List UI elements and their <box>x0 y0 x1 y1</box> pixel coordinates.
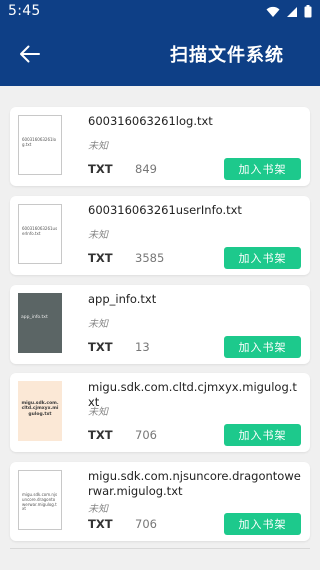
file-card[interactable]: 600316063261log.txt 600316063261log.txt … <box>10 107 310 186</box>
file-thumbnail: migu.sdk.com.njsuncore.dragontowerwar.mi… <box>18 470 62 530</box>
arrow-left-icon <box>20 45 40 63</box>
status-time: 5:45 <box>8 3 41 19</box>
file-name: migu.sdk.com.njsuncore.dragontowerwar.mi… <box>88 469 301 498</box>
page-title: 扫描文件系统 <box>170 45 284 66</box>
file-author: 未知 <box>88 504 108 515</box>
file-type: TXT <box>88 428 113 442</box>
file-card[interactable]: migu.sdk.com.cltd.cjmxyx.migulog.txt mig… <box>10 373 310 452</box>
file-card[interactable]: migu.sdk.com.njsuncore.dragontowerwar.mi… <box>10 462 310 541</box>
file-name: 600316063261userInfo.txt <box>88 203 242 217</box>
signal-icon <box>287 6 297 17</box>
add-to-shelf-button[interactable]: 加入书架 <box>224 247 301 269</box>
add-to-shelf-button[interactable]: 加入书架 <box>224 336 301 358</box>
back-button[interactable] <box>14 40 46 68</box>
wifi-icon <box>266 6 280 17</box>
file-author: 未知 <box>88 230 108 241</box>
file-card[interactable]: 600316063261userInfo.txt 600316063261use… <box>10 196 310 275</box>
file-card[interactable]: app_info.txt app_info.txt 未知 TXT 13 加入书架 <box>10 285 310 364</box>
file-size: 13 <box>135 340 150 354</box>
file-author: 未知 <box>88 319 108 330</box>
file-size: 706 <box>135 428 157 442</box>
file-type: TXT <box>88 162 113 176</box>
file-author: 未知 <box>88 407 108 418</box>
file-name: app_info.txt <box>88 292 157 306</box>
file-name: migu.sdk.com.cltd.cjmxyx.migulog.txt <box>88 380 297 409</box>
file-type: TXT <box>88 251 113 265</box>
file-name: 600316063261log.txt <box>88 114 213 128</box>
file-size: 706 <box>135 517 157 531</box>
file-size: 849 <box>135 162 157 176</box>
file-list[interactable]: 600316063261log.txt 600316063261log.txt … <box>0 86 320 570</box>
add-to-shelf-button[interactable]: 加入书架 <box>224 158 301 180</box>
status-icons <box>266 5 312 18</box>
file-thumbnail: 600316063261userInfo.txt <box>18 204 62 264</box>
battery-icon <box>304 5 312 18</box>
app-header: 扫描文件系统 <box>0 24 320 86</box>
file-thumbnail: migu.sdk.com.cltd.cjmxyx.migulog.txt <box>18 381 62 441</box>
file-thumbnail: 600316063261log.txt <box>18 115 62 175</box>
file-type: TXT <box>88 517 113 531</box>
list-divider <box>10 548 310 549</box>
file-type: TXT <box>88 340 113 354</box>
file-author: 未知 <box>88 141 108 152</box>
add-to-shelf-button[interactable]: 加入书架 <box>224 424 301 446</box>
add-to-shelf-button[interactable]: 加入书架 <box>224 513 301 535</box>
status-bar: 5:45 <box>0 0 320 24</box>
file-size: 3585 <box>135 251 165 265</box>
file-thumbnail: app_info.txt <box>18 293 62 353</box>
